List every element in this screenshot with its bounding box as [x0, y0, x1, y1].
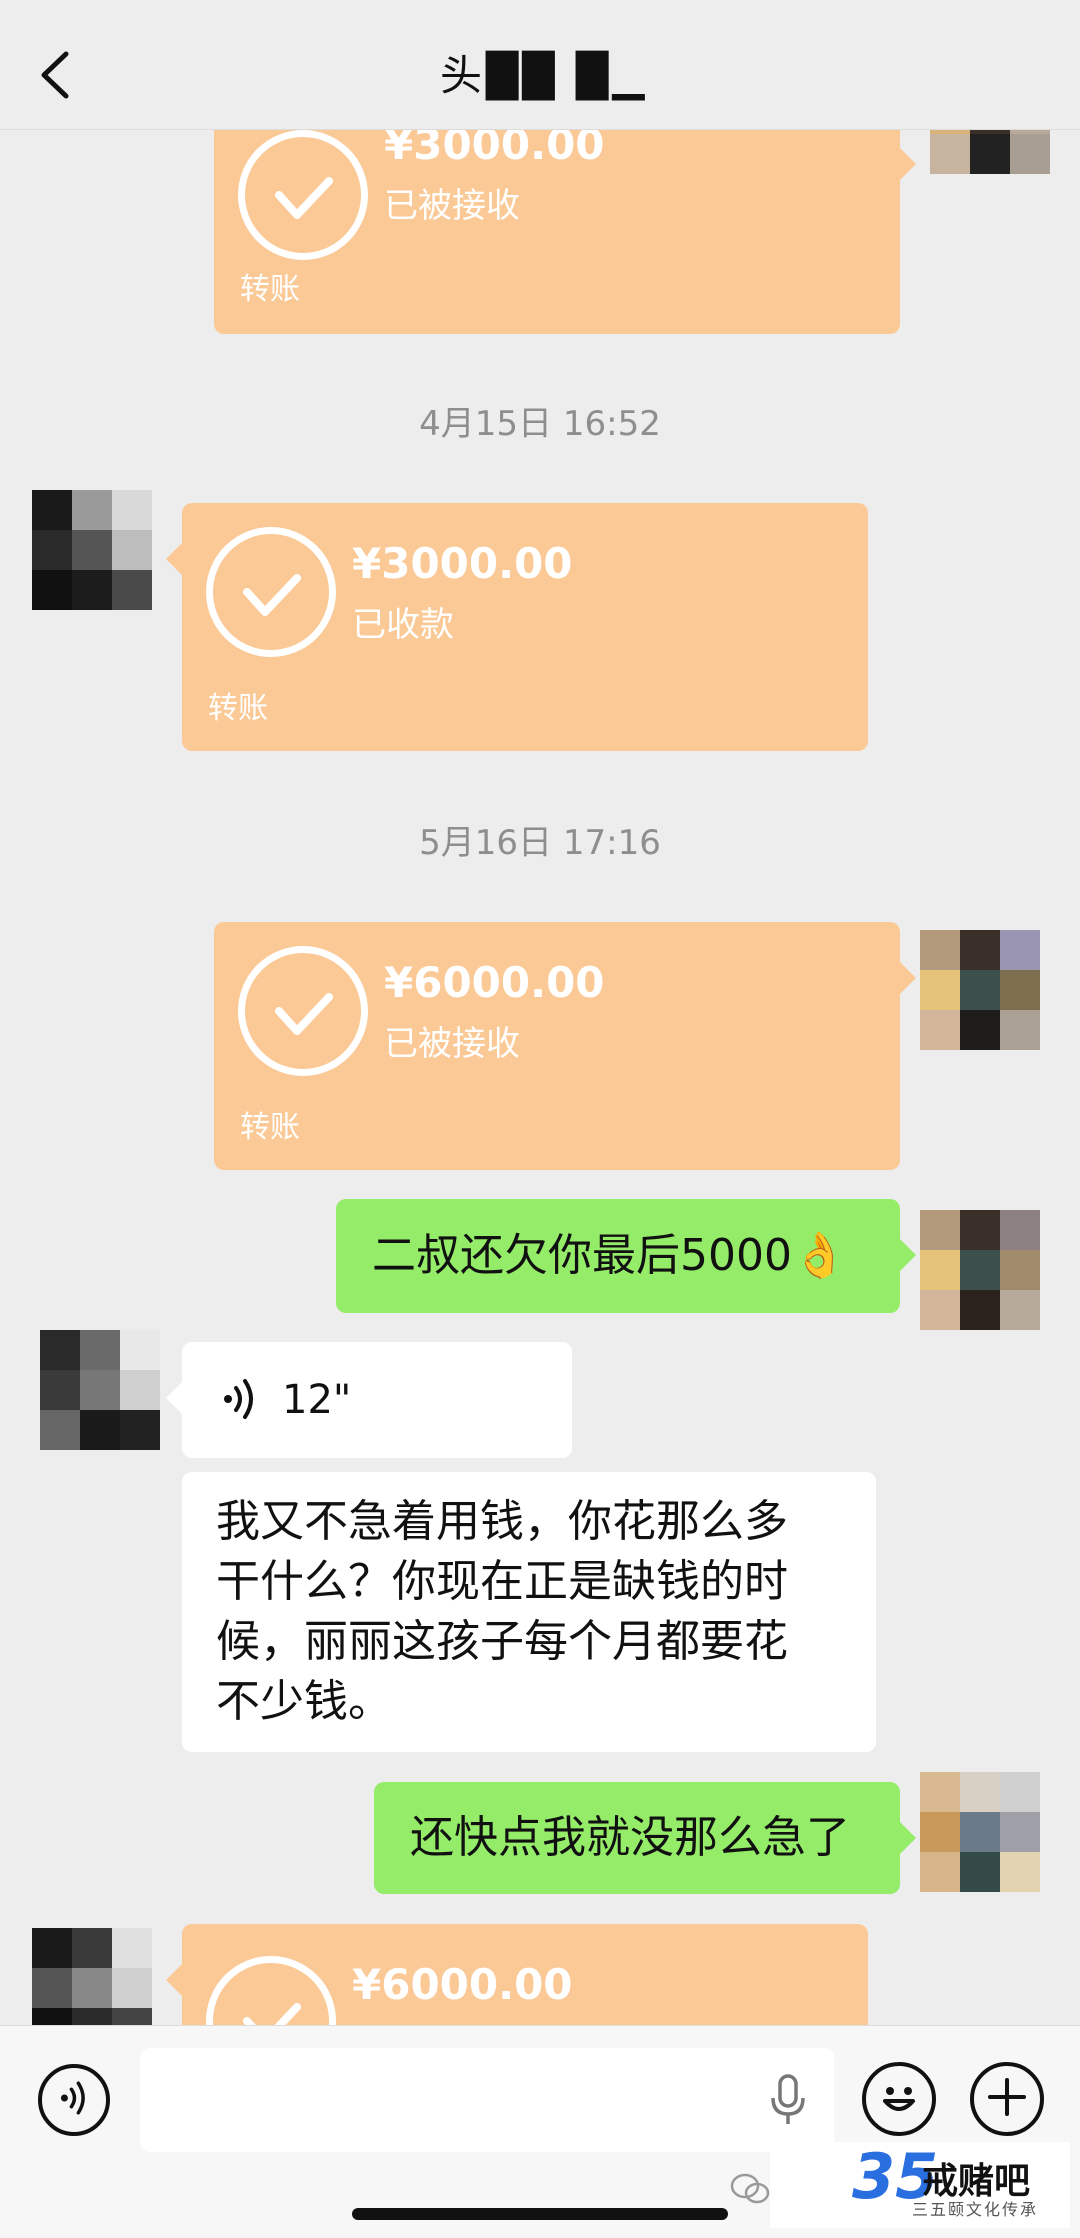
contact-avatar[interactable] — [32, 490, 152, 610]
text-message[interactable]: 我又不急着用钱，你花那么多 干什么？你现在正是缺钱的时 候，丽丽这孩子每个月都要… — [182, 1472, 876, 1752]
chat-area[interactable]: ¥3000.00 已被接收 转账 4月15日 16:52 ¥3000.00 已收… — [0, 0, 1080, 2025]
check-circle-icon — [238, 946, 368, 1076]
contact-avatar[interactable] — [32, 1928, 152, 2025]
home-indicator[interactable] — [352, 2208, 728, 2220]
voice-message[interactable]: 12" — [166, 1342, 572, 1458]
transfer-status: 已收款 — [352, 605, 454, 645]
voice-input-icon — [54, 2078, 94, 2122]
transfer-status: 已被接收 — [384, 1024, 520, 1064]
contact-avatar[interactable] — [40, 1330, 160, 1450]
check-circle-icon — [238, 130, 368, 260]
my-avatar[interactable] — [920, 1210, 1040, 1330]
text-message[interactable]: 还快点我就没那么急了 — [374, 1782, 916, 1894]
message-line: 候，丽丽这孩子每个月都要花 — [216, 1616, 788, 1667]
transfer-card[interactable]: ¥6000.00 已被接收 转账 — [214, 922, 916, 1170]
plus-icon — [982, 2072, 1032, 2126]
check-circle-icon — [206, 527, 336, 657]
transfer-amount: ¥6000.00 — [352, 1960, 573, 2009]
emoji-button[interactable] — [862, 2062, 936, 2136]
check-circle-icon — [206, 1956, 336, 2025]
my-avatar[interactable] — [920, 930, 1040, 1050]
transfer-card[interactable]: ¥3000.00 已收款 转账 — [166, 503, 868, 751]
message-line: 干什么？你现在正是缺钱的时 — [216, 1556, 788, 1607]
message-text: 还快点我就没那么急了 — [410, 1812, 850, 1863]
voice-wave-icon — [218, 1376, 264, 1422]
voice-duration: 12" — [282, 1377, 352, 1423]
message-input[interactable] — [140, 2048, 834, 2152]
transfer-card[interactable]: ¥6000.00 — [166, 1924, 868, 2025]
timestamp: 4月15日 16:52 — [419, 404, 661, 444]
transfer-label: 转账 — [240, 1110, 300, 1145]
transfer-status: 已被接收 — [384, 186, 520, 226]
message-line: 我又不急着用钱，你花那么多 — [216, 1496, 788, 1547]
message-text: 二叔还欠你最后5000👌 — [372, 1230, 847, 1281]
transfer-amount: ¥6000.00 — [384, 958, 605, 1007]
emoji-icon — [869, 2067, 929, 2131]
watermark-subtitle: 三五颐文化传承 — [912, 2200, 1039, 2219]
wechat-logo-icon — [730, 2172, 770, 2213]
microphone-icon[interactable] — [768, 2074, 808, 2126]
transfer-card[interactable]: ¥3000.00 已被接收 转账 — [214, 108, 916, 334]
transfer-label: 转账 — [208, 691, 268, 726]
transfer-amount: ¥3000.00 — [352, 539, 573, 588]
more-button[interactable] — [970, 2062, 1044, 2136]
chevron-left-icon — [28, 51, 88, 114]
timestamp: 5月16日 17:16 — [419, 823, 661, 863]
chat-title: 头██ █▁ — [440, 42, 649, 102]
transfer-label: 转账 — [240, 272, 300, 307]
back-button[interactable] — [28, 40, 88, 110]
voice-input-button[interactable] — [38, 2064, 110, 2136]
text-message[interactable]: 二叔还欠你最后5000👌 — [336, 1199, 916, 1313]
message-line: 不少钱。 — [216, 1676, 392, 1727]
chat-header: 头██ █▁ — [0, 0, 1080, 130]
chat-title-text: 头██ █▁ — [440, 51, 649, 100]
my-avatar[interactable] — [920, 1772, 1040, 1892]
